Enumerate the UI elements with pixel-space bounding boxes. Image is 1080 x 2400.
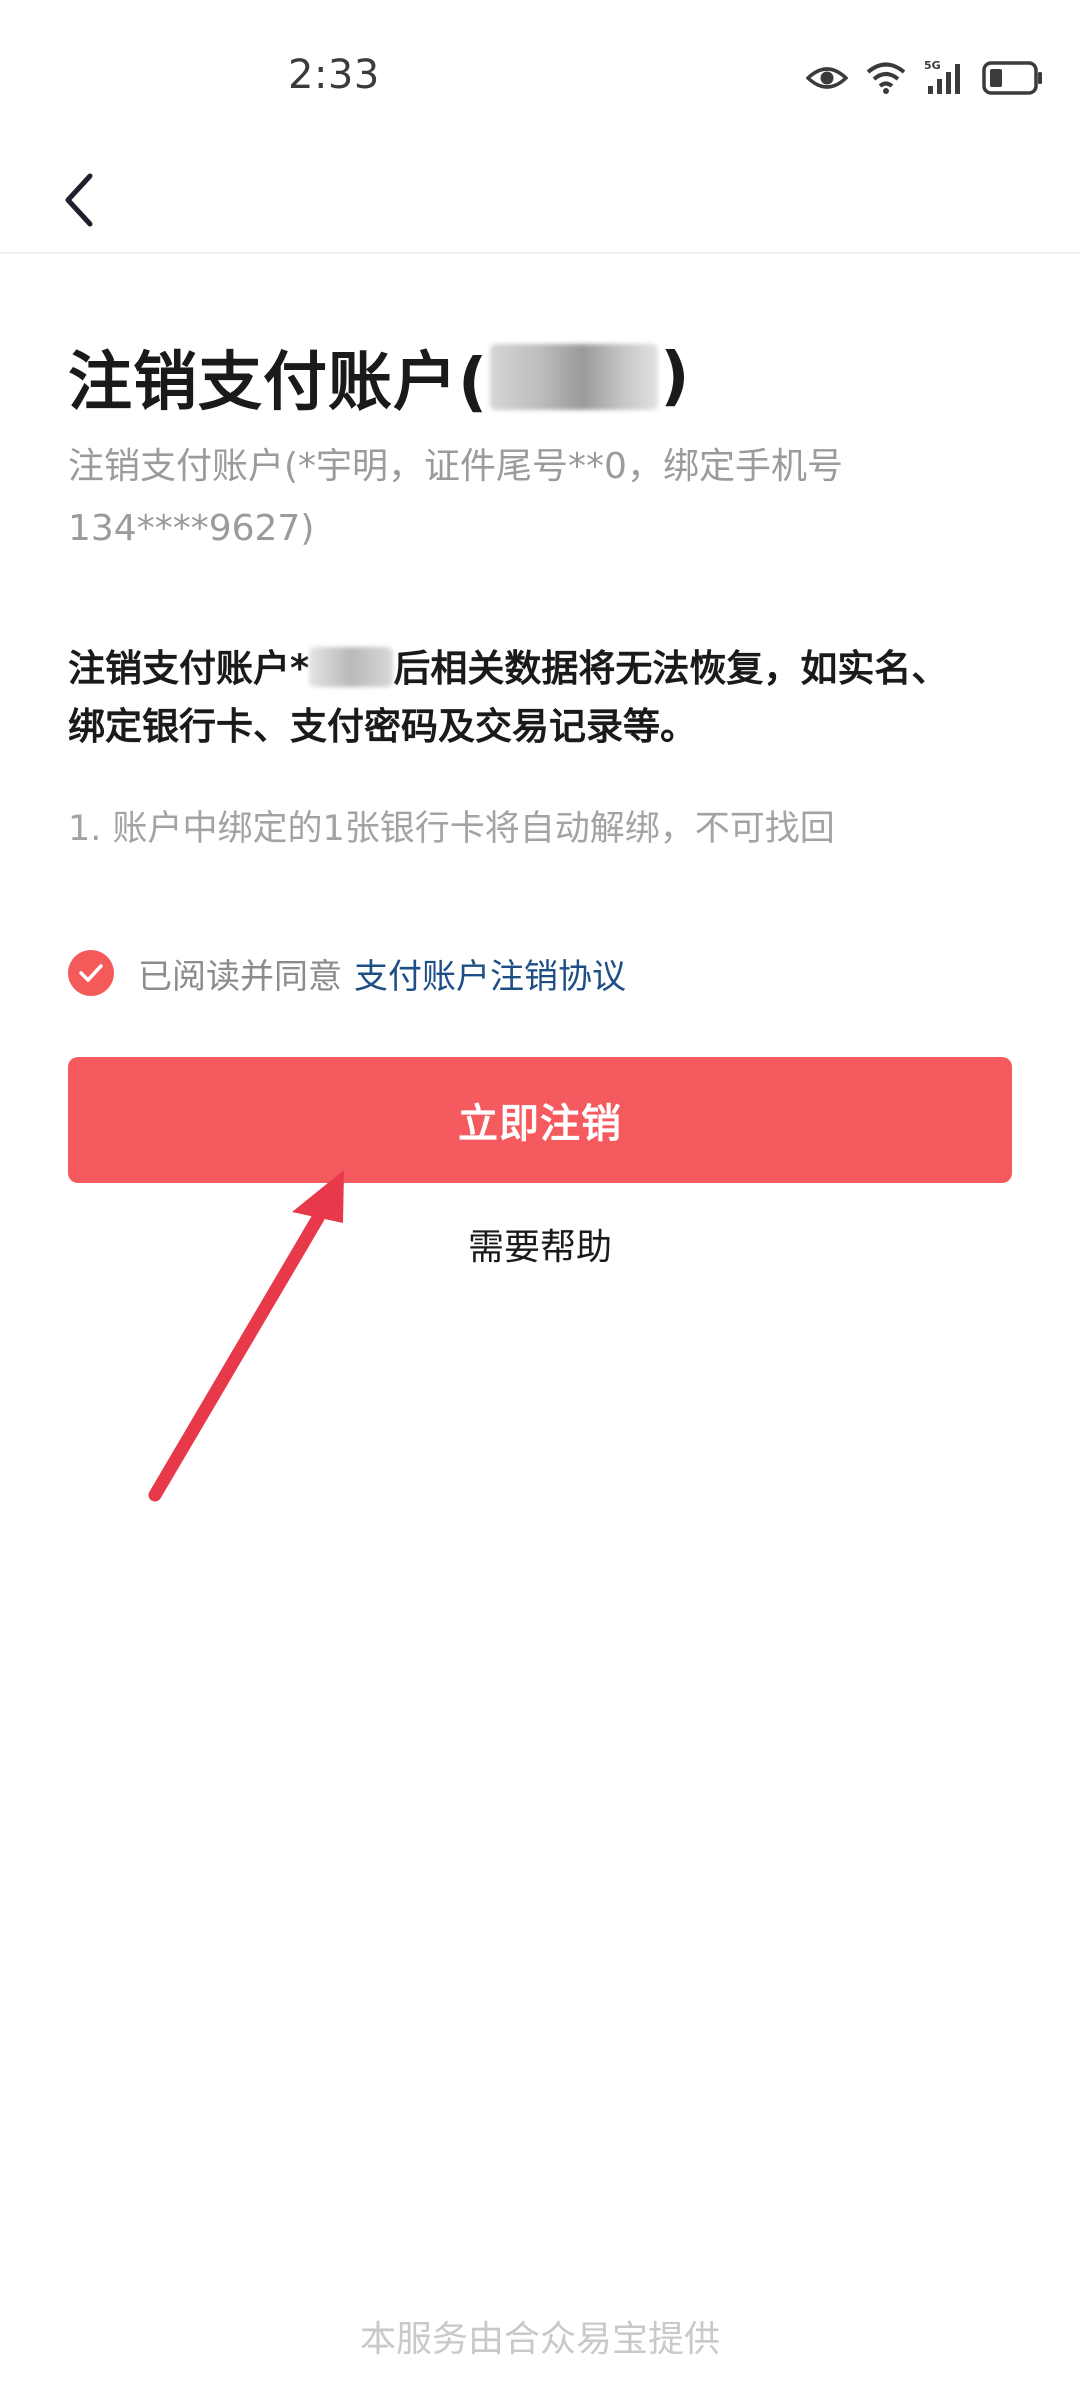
cancel-account-button-label: 立即注销 — [458, 1101, 622, 1147]
eye-icon — [806, 63, 848, 93]
cellular-signal-icon: 5G — [924, 60, 964, 96]
agreement-row: 已阅读并同意 支付账户注销协议 — [68, 948, 626, 998]
masked-account-name — [490, 344, 659, 410]
wifi-icon — [866, 61, 906, 95]
agreement-checkbox[interactable] — [68, 950, 114, 996]
back-button[interactable] — [40, 160, 120, 240]
agreement-text: 已阅读并同意 — [138, 956, 342, 997]
page-title-suffix: ) — [660, 340, 690, 414]
warning-prefix: 注销支付账户* — [68, 647, 310, 690]
network-type-label: 5G — [924, 60, 941, 72]
status-icons: 5G — [806, 58, 1044, 98]
chevron-left-icon — [65, 173, 93, 227]
account-cancellation-page: 2:33 5G 注销支付账户() 注销支付账户(*宇明，证件尾号**0，绑定手… — [0, 0, 1080, 2400]
check-icon — [79, 964, 103, 982]
cancel-account-button[interactable]: 立即注销 — [68, 1057, 1012, 1183]
detail-item-bank-card: 1. 账户中绑定的1张银行卡将自动解绑，不可找回 — [68, 809, 835, 849]
warning-text: 注销支付账户* 后相关数据将无法恢复，如实名、绑定银行卡、支付密码及交易记录等。 — [68, 640, 968, 756]
page-title: 注销支付账户( ) — [68, 332, 690, 422]
help-link[interactable]: 需要帮助 — [0, 1218, 1080, 1270]
status-bar: 2:33 5G — [0, 0, 1080, 150]
status-time: 2:33 — [288, 52, 380, 98]
page-title-prefix: 注销支付账户( — [68, 346, 489, 420]
agreement-link[interactable]: 支付账户注销协议 — [354, 949, 626, 998]
nav-bar — [0, 150, 1080, 254]
battery-icon — [982, 61, 1044, 95]
masked-account-inline — [309, 647, 394, 687]
footer-provider-text: 本服务由合众易宝提供 — [359, 2319, 720, 2360]
account-subtitle: 注销支付账户(*宇明，证件尾号**0，绑定手机号134****9627) — [68, 446, 843, 549]
